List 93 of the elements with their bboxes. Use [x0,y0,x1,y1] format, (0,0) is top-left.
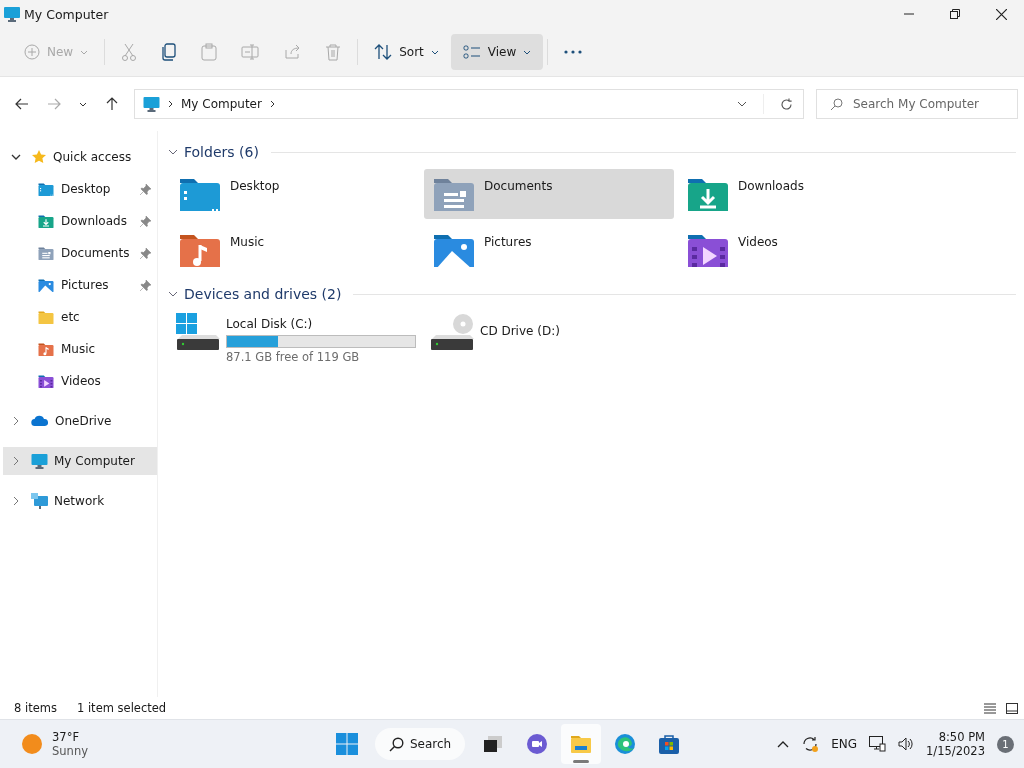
section-title: Devices and drives (2) [184,286,342,302]
view-list-icon [462,45,481,59]
nav-item[interactable]: Network [3,487,157,515]
item-count: 8 items [14,701,57,715]
video-chat-icon [526,733,549,755]
sync-icon[interactable] [801,735,820,753]
computer-icon [31,453,48,469]
store-bag-icon [658,733,681,755]
close-icon [995,8,1007,20]
more-icon [564,50,583,54]
search-button[interactable]: Search [375,728,466,760]
chevron-icon [168,100,173,108]
folder-tile[interactable]: Downloads [678,169,928,219]
show-hidden-icons-icon[interactable] [777,740,790,748]
star-icon [31,149,47,165]
downloads-folder-icon [37,214,55,228]
breadcrumb[interactable]: My Computer [181,97,262,111]
pictures-folder-icon [37,278,55,292]
collapse-icon[interactable] [168,149,178,155]
search-icon [389,736,404,752]
nav-item[interactable]: My Computer [3,447,157,475]
task-view-icon [484,736,503,752]
videos-folder-icon [37,374,55,388]
caret-icon [79,101,87,107]
window-title: My Computer [24,6,109,22]
folder-tile[interactable]: Desktop [170,169,420,219]
weather-condition: Sunny [52,744,88,758]
nav-item[interactable]: Quick access [3,143,157,171]
nav-item[interactable]: Music [3,335,157,363]
cloud-icon [31,415,49,427]
nav-item[interactable]: Documents [3,239,157,267]
folder-tile[interactable]: Pictures [424,225,674,275]
temperature: 37°F [52,730,80,744]
nav-item[interactable]: Videos [3,367,157,395]
share-icon [283,44,302,60]
drive-name: Local Disk (C:) [226,316,314,331]
selection-count: 1 item selected [76,701,167,715]
sun-icon [22,734,42,754]
folder-tile[interactable]: Documents [424,169,674,219]
rename-icon [241,44,260,60]
search-field[interactable]: Search My Computer [816,89,1018,119]
scissors-icon [121,43,138,61]
caret-icon [80,49,89,55]
documents-folder-icon [37,246,55,260]
nav-item[interactable]: etc [3,303,157,331]
address-bar[interactable]: My Computer [134,89,804,119]
folder-icon [37,310,55,324]
copy-icon [161,43,178,61]
desktop-folder-icon [37,182,55,196]
computer-icon [143,96,160,112]
chevron-icon [269,100,275,108]
restore-icon [950,9,960,19]
caret-icon [430,49,439,55]
collapse-icon[interactable] [168,291,178,297]
folder-tile[interactable]: Videos [678,225,928,275]
folder-icon [570,734,593,754]
cd-drive-icon [430,313,474,351]
volume-icon[interactable] [898,737,915,751]
section-title: Folders (6) [184,144,259,160]
drive-name: CD Drive (D:) [480,323,561,338]
sort-icon [374,44,393,60]
plus-circle-icon [24,44,40,60]
tiles-view-icon[interactable] [1006,702,1018,714]
file-explorer-button[interactable] [561,724,602,764]
hard-drive-icon [176,313,220,351]
capacity-text: 87.1 GB free of 119 GB [226,350,361,364]
clock-time[interactable]: 8:50 PM [938,730,985,744]
trash-icon [325,43,342,61]
music-folder-icon [37,342,55,356]
computer-icon [4,6,20,22]
nav-item[interactable]: Downloads [3,207,157,235]
network-icon [31,493,48,509]
nav-item[interactable]: Pictures [3,271,157,299]
language-indicator[interactable]: ENG [831,737,858,751]
dropdown-icon[interactable] [737,101,747,107]
caret-icon [523,49,532,55]
view-button[interactable]: View [450,34,544,70]
back-arrow-icon [15,98,29,110]
notification-badge[interactable]: 1 [997,735,1014,753]
forward-arrow-icon [47,98,61,110]
nav-item[interactable]: OneDrive [3,407,157,435]
folder-tile[interactable]: Music [170,225,420,275]
nav-item[interactable]: Desktop [3,175,157,203]
clock-date[interactable]: 1/15/2023 [926,744,985,758]
up-arrow-icon [106,97,118,111]
refresh-icon[interactable] [780,97,793,111]
network-icon[interactable] [869,736,887,752]
details-view-icon[interactable] [984,702,996,714]
browser-icon [614,733,637,755]
sort-button[interactable]: Sort [362,34,451,70]
windows-logo-icon [336,733,358,755]
clipboard-icon [201,43,218,61]
search-icon [830,98,843,111]
